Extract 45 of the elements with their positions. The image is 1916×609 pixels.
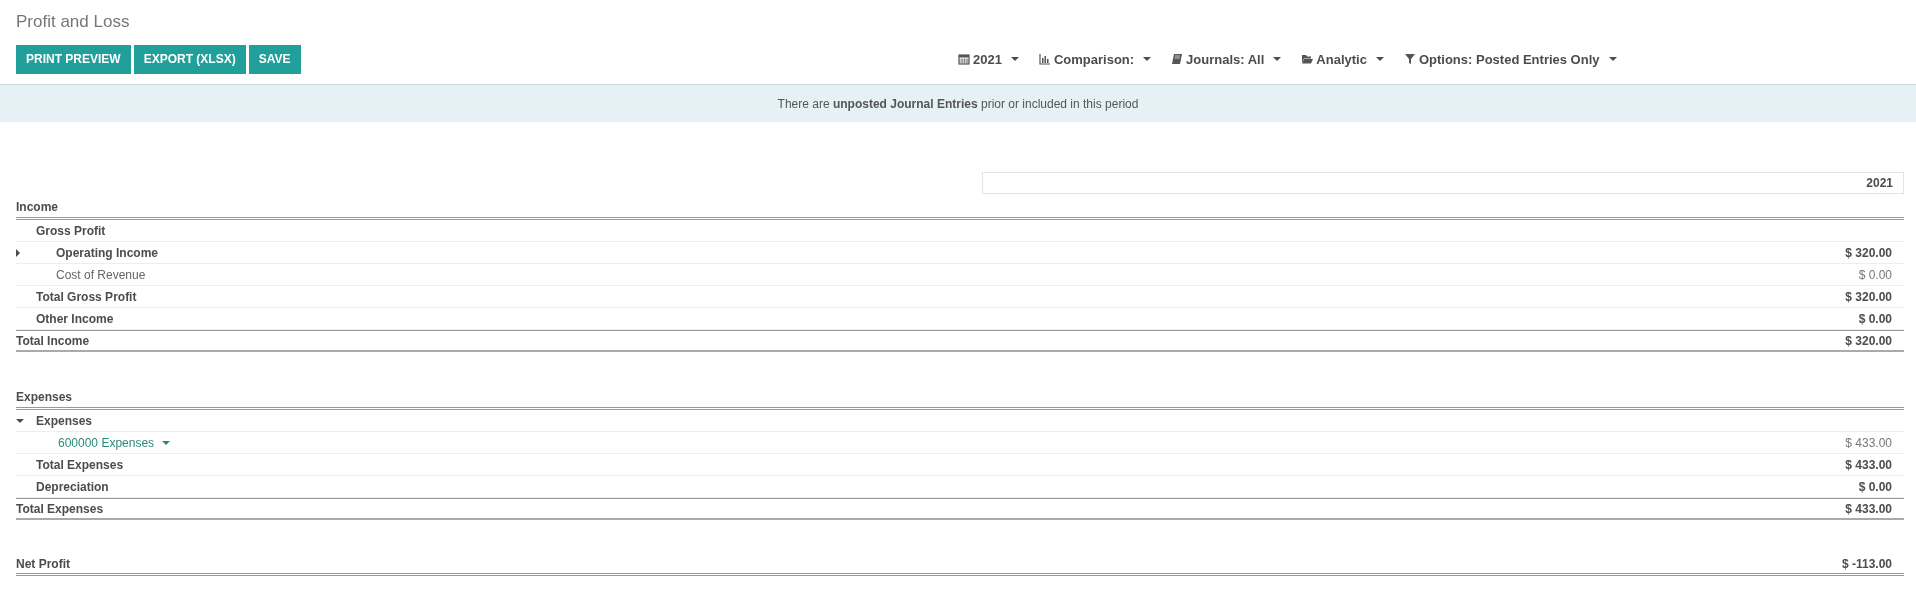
row-label: Gross Profit (36, 223, 106, 238)
folder-icon (1301, 53, 1314, 65)
calendar-icon (958, 53, 970, 65)
caret-icon (1143, 57, 1152, 61)
caret-icon (1273, 57, 1282, 61)
page-title: Profit and Loss (15, 11, 131, 33)
banner-text: There are unposted Journal Entries prior or included in this period (777, 96, 1139, 111)
row-label: Depreciation (36, 479, 109, 494)
row-label: Operating Income (56, 245, 159, 260)
row-label: Expenses (36, 413, 93, 428)
filter-icon (1403, 53, 1416, 65)
caret-icon[interactable] (162, 440, 171, 445)
amount-cell-text: $ 433.00 (1845, 457, 1893, 472)
filter-dropdown[interactable]: 2021 (973, 51, 1005, 67)
row-label: Total Expenses (36, 457, 124, 472)
book-icon (1171, 53, 1184, 65)
caret-icon (1010, 57, 1019, 61)
amount-cell-text: $ 433.00 (1845, 501, 1893, 516)
amount-cell-text: $ 0.00 (1858, 311, 1893, 326)
expand-toggle-icon[interactable] (16, 418, 24, 423)
filter-dropdown[interactable]: Analytic (1316, 51, 1370, 67)
row-label: Other Income (36, 311, 114, 326)
section-title: Expenses (16, 389, 73, 404)
bar-chart-icon (1038, 53, 1051, 65)
amount-cell-text: $ 320.00 (1845, 245, 1893, 260)
filter-dropdown[interactable]: Comparison: (1053, 51, 1138, 67)
expand-toggle-icon[interactable] (16, 248, 20, 257)
row-label: Net Profit (16, 556, 70, 571)
amount-cell-text: $ 320.00 (1845, 289, 1893, 304)
caret-icon (1608, 57, 1617, 61)
amount-cell-text: $ 0.00 (1858, 267, 1893, 282)
filter-dropdown[interactable]: Options: Posted Entries Only (1418, 51, 1603, 67)
filter-dropdown[interactable]: Journals: All (1186, 51, 1268, 67)
row-label: Cost of Revenue (56, 267, 146, 282)
section-title: Income (16, 199, 58, 214)
row-label: Total Income (16, 333, 90, 348)
caret-icon (1375, 57, 1384, 61)
row-label: Total Expenses (16, 501, 104, 516)
amount-cell-text: $ 320.00 (1845, 333, 1893, 348)
amount-cell-text: $ -113.00 (1841, 556, 1893, 571)
column-header: 2021 (982, 172, 1904, 194)
account-link[interactable]: 600000 Expenses (58, 435, 155, 450)
row-label: Total Gross Profit (36, 289, 137, 304)
amount-cell-text: $ 433.00 (1845, 435, 1893, 450)
amount-cell-text: $ 0.00 (1858, 479, 1893, 494)
